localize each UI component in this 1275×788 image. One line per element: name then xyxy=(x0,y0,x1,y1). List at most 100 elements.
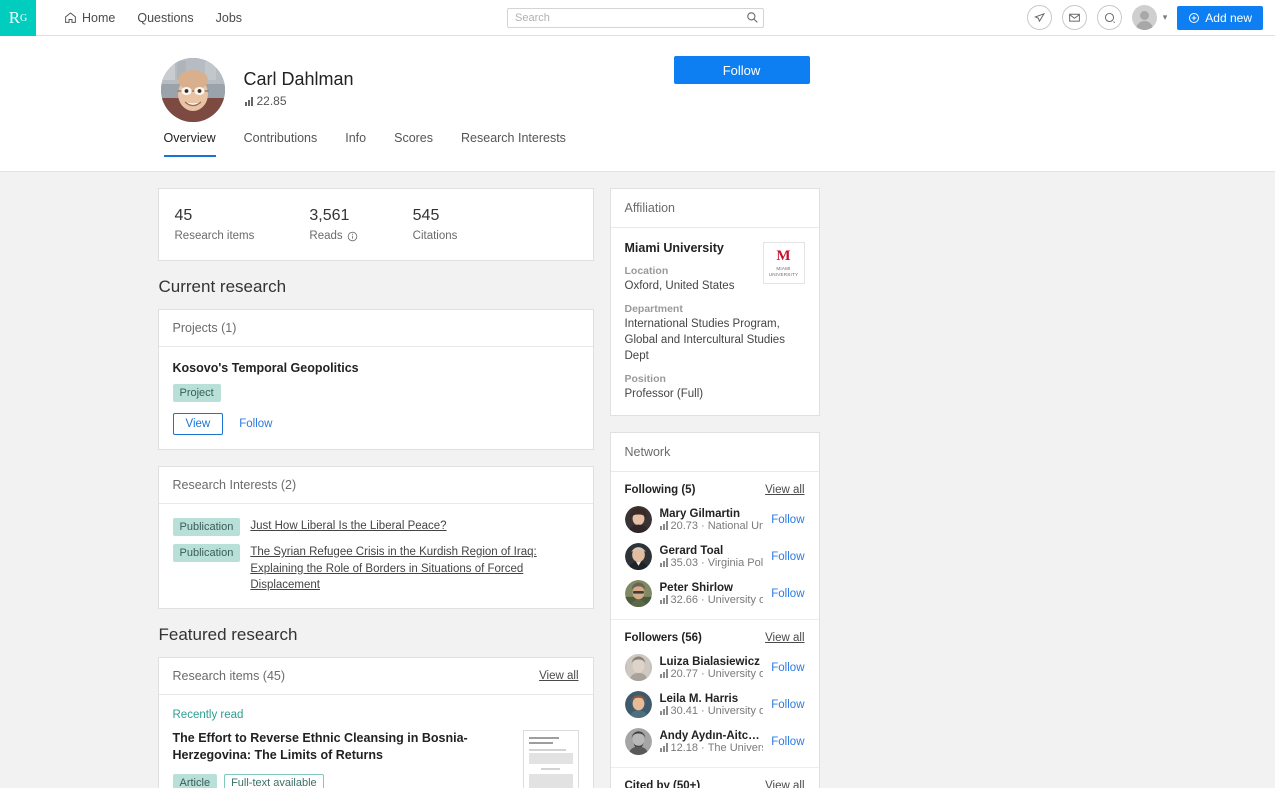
projects-card-header: Projects (1) xyxy=(159,310,593,347)
followers-section: Followers (56) View all Luiza Bialasiewi… xyxy=(611,619,819,767)
follow-person-button[interactable]: Follow xyxy=(771,662,804,674)
affiliation-position-label: Position xyxy=(625,373,805,385)
person-org: National Univ... xyxy=(708,520,764,532)
person-name[interactable]: Mary Gilmartin xyxy=(660,508,764,520)
help-icon-button[interactable] xyxy=(1097,5,1122,30)
article-type-badge: Article xyxy=(173,774,218,788)
avatar[interactable] xyxy=(625,654,652,681)
person-separator: · xyxy=(701,557,705,569)
list-item: Luiza Bialasiewicz 20.77 · University of… xyxy=(625,654,805,681)
avatar[interactable] xyxy=(625,543,652,570)
add-new-button[interactable]: Add new xyxy=(1177,6,1263,30)
top-navigation-bar: RG Home Questions Jobs xyxy=(0,0,1275,36)
chevron-down-icon[interactable]: ▾ xyxy=(1163,12,1168,23)
follow-person-button[interactable]: Follow xyxy=(771,551,804,563)
person-separator: · xyxy=(701,668,705,680)
research-interests-card-title: Research Interests (2) xyxy=(173,478,297,492)
list-item: Andy Aydın-Aitchison 12.18 · The Univers… xyxy=(625,728,805,755)
view-project-button[interactable]: View xyxy=(173,413,224,435)
follow-profile-button[interactable]: Follow xyxy=(674,56,810,84)
recently-read-label: Recently read xyxy=(173,709,579,721)
nav-item-questions[interactable]: Questions xyxy=(137,11,193,25)
info-icon[interactable] xyxy=(347,231,358,242)
person-name[interactable]: Leila M. Harris xyxy=(660,693,764,705)
view-all-research-items-link[interactable]: View all xyxy=(539,670,578,682)
add-new-label: Add new xyxy=(1205,11,1252,25)
list-item: Leila M. Harris 30.41 · University of ..… xyxy=(625,691,805,718)
view-all-followers-link[interactable]: View all xyxy=(765,632,804,644)
publication-link[interactable]: Just How Liberal Is the Liberal Peace? xyxy=(250,518,578,535)
person-org: Virginia Polyt... xyxy=(708,557,764,569)
feedback-icon-button[interactable] xyxy=(1027,5,1052,30)
messages-icon-button[interactable] xyxy=(1062,5,1087,30)
person-separator: · xyxy=(701,705,705,717)
person-separator: · xyxy=(701,742,705,754)
affiliation-card: Affiliation M MIAMI UNIVERSITY Miami Uni… xyxy=(610,188,820,416)
affiliation-position-value: Professor (Full) xyxy=(625,386,805,402)
stat-citations-label: Citations xyxy=(413,230,458,242)
score-bars-icon xyxy=(660,595,668,604)
affiliation-department-label: Department xyxy=(625,303,805,315)
avatar[interactable] xyxy=(625,506,652,533)
person-score: 20.73 xyxy=(671,520,699,532)
projects-card-title: Projects (1) xyxy=(173,321,237,335)
researchgate-logo[interactable]: RG xyxy=(0,0,36,36)
profile-avatar[interactable] xyxy=(161,58,225,122)
person-separator: · xyxy=(701,594,705,606)
nav-item-jobs[interactable]: Jobs xyxy=(216,11,242,25)
stat-citations-value: 545 xyxy=(413,207,458,225)
avatar[interactable] xyxy=(625,728,652,755)
tab-contributions[interactable]: Contributions xyxy=(244,131,318,157)
sidebar: Affiliation M MIAMI UNIVERSITY Miami Uni… xyxy=(610,188,820,788)
page-title: Carl Dahlman xyxy=(244,69,354,90)
person-name[interactable]: Luiza Bialasiewicz xyxy=(660,656,764,668)
search-input[interactable] xyxy=(507,8,764,28)
home-icon xyxy=(64,11,77,24)
tab-research-interests[interactable]: Research Interests xyxy=(461,131,566,157)
view-all-following-link[interactable]: View all xyxy=(765,484,804,496)
tab-overview[interactable]: Overview xyxy=(164,131,216,157)
follow-person-button[interactable]: Follow xyxy=(771,588,804,600)
person-name[interactable]: Gerard Toal xyxy=(660,545,764,557)
primary-nav-links: Home Questions Jobs xyxy=(64,0,242,35)
mail-icon xyxy=(1068,11,1081,24)
cited-by-section: Cited by (50+) View all xyxy=(611,767,819,788)
cited-by-title: Cited by (50+) xyxy=(625,780,701,788)
feedback-icon xyxy=(1033,11,1046,24)
score-bars-icon xyxy=(660,558,668,567)
follow-person-button[interactable]: Follow xyxy=(771,699,804,711)
person-name[interactable]: Andy Aydın-Aitchison xyxy=(660,730,764,742)
followers-title: Followers (56) xyxy=(625,632,702,644)
follow-person-button[interactable]: Follow xyxy=(771,736,804,748)
nav-right-actions: ▾ Add new xyxy=(1027,0,1275,35)
person-name[interactable]: Peter Shirlow xyxy=(660,582,764,594)
page-content: 45 Research items 3,561 Reads 545 Citati… xyxy=(158,172,1118,788)
logo-superscript: G xyxy=(20,13,27,24)
tab-scores[interactable]: Scores xyxy=(394,131,433,157)
publication-title[interactable]: The Effort to Reverse Ethnic Cleansing i… xyxy=(173,730,511,765)
person-score: 32.66 xyxy=(671,594,699,606)
following-section: Following (5) View all Mary Gilmartin 20… xyxy=(611,472,819,619)
nav-item-questions-label: Questions xyxy=(137,11,193,25)
score-bars-icon xyxy=(660,706,668,715)
paper-thumbnail[interactable] xyxy=(523,730,579,788)
tab-info[interactable]: Info xyxy=(345,131,366,157)
avatar[interactable] xyxy=(625,691,652,718)
user-avatar[interactable] xyxy=(1132,5,1157,30)
stat-research-items: 45 Research items xyxy=(175,207,255,242)
list-item: Mary Gilmartin 20.73 · National Univ... … xyxy=(625,506,805,533)
publication-link[interactable]: The Syrian Refugee Crisis in the Kurdish… xyxy=(250,544,578,594)
featured-research-card-title: Research items (45) xyxy=(173,669,286,683)
featured-research-card: Research items (45) View all Recently re… xyxy=(158,657,594,788)
person-org: University of ... xyxy=(708,668,764,680)
score-bars-icon xyxy=(245,97,253,106)
nav-item-home[interactable]: Home xyxy=(64,11,115,25)
follow-person-button[interactable]: Follow xyxy=(771,514,804,526)
university-logo-initial: M xyxy=(776,249,790,264)
follow-project-link[interactable]: Follow xyxy=(239,418,272,430)
avatar[interactable] xyxy=(625,580,652,607)
view-all-cited-by-link[interactable]: View all xyxy=(765,780,804,788)
project-title[interactable]: Kosovo's Temporal Geopolitics xyxy=(173,361,579,375)
person-score: 20.77 xyxy=(671,668,699,680)
logo-letter: R xyxy=(9,8,20,28)
